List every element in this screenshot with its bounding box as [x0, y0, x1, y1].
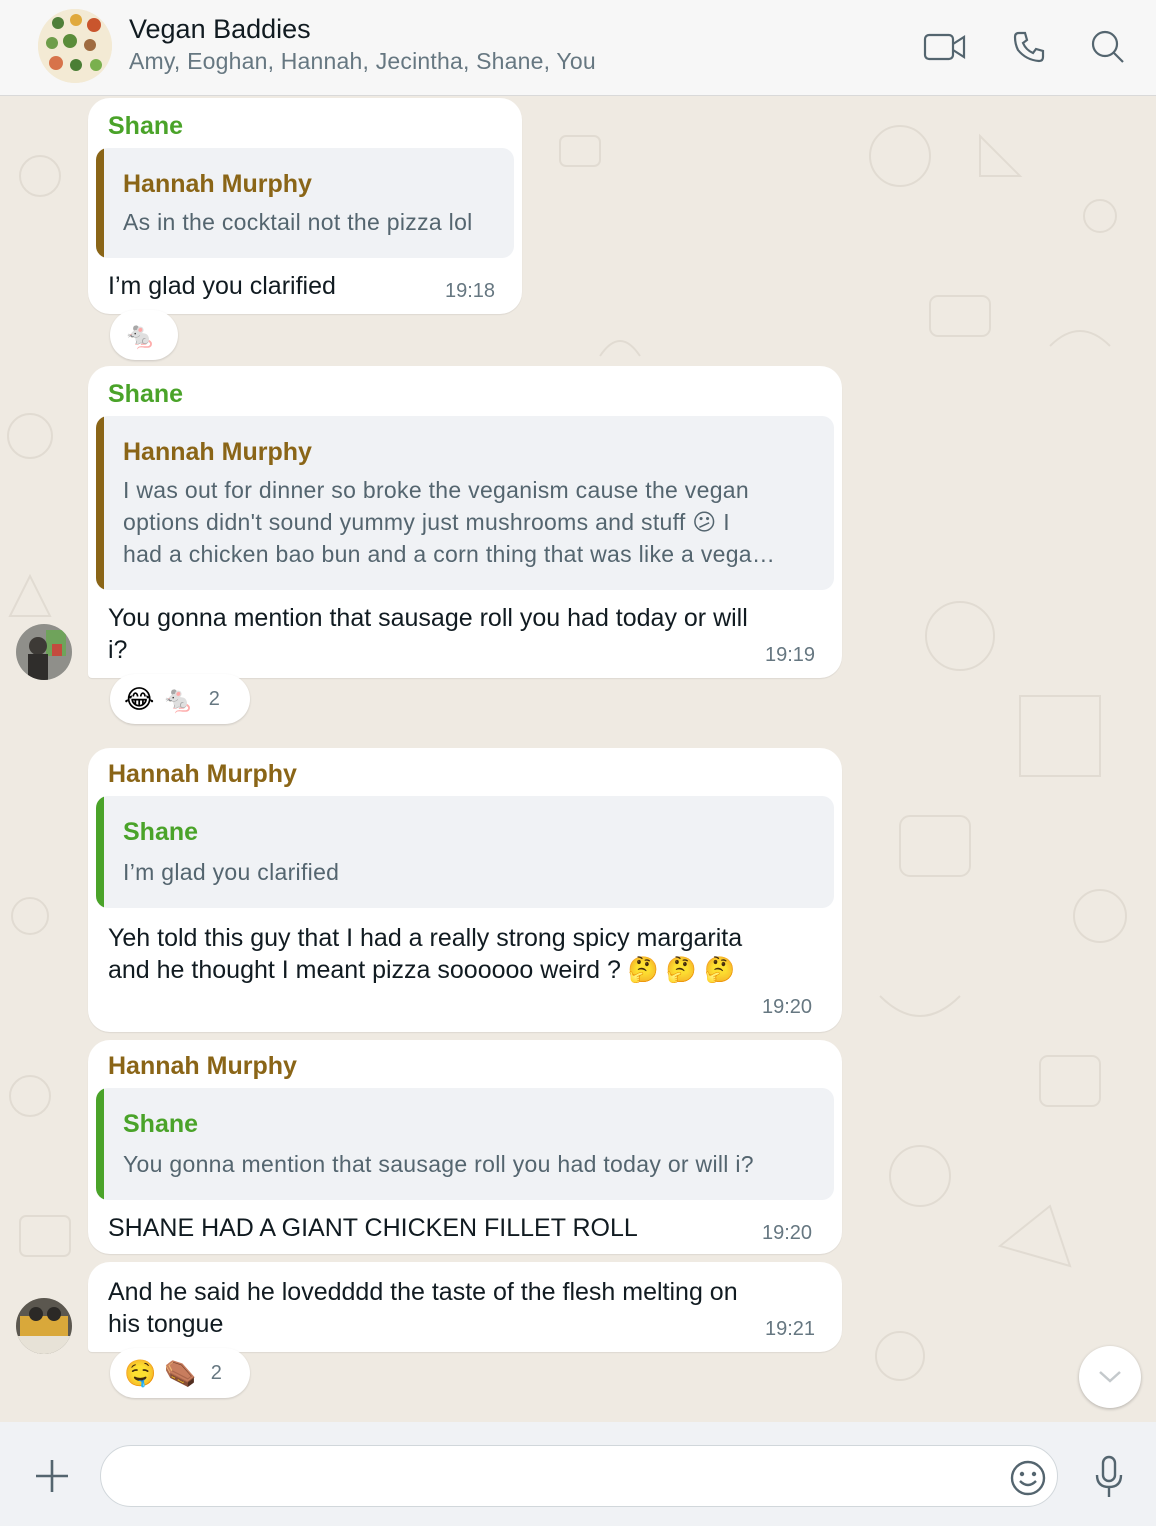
- message-bubble[interactable]: Shane Hannah Murphy As in the cocktail n…: [88, 98, 522, 314]
- quote-bar: [96, 1088, 104, 1200]
- message-time: 19:20: [762, 1222, 813, 1244]
- group-title[interactable]: Vegan Baddies: [129, 14, 311, 45]
- message-time: 19:20: [762, 996, 813, 1018]
- message-text-line: You gonna mention that sausage roll you …: [108, 604, 748, 632]
- message-bubble[interactable]: Hannah Murphy Shane I’m glad you clarifi…: [88, 748, 842, 1032]
- message-bubble[interactable]: Hannah Murphy Shane You gonna mention th…: [88, 1040, 842, 1254]
- quote-sender: Hannah Murphy: [123, 170, 312, 198]
- message-time: 19:19: [765, 644, 816, 666]
- sender-avatar[interactable]: [16, 1298, 72, 1354]
- message-composer: [0, 1422, 1156, 1526]
- reaction-laughing: 😂: [124, 684, 155, 714]
- reaction-coffin: ⚰️: [164, 1358, 197, 1388]
- attach-plus-icon[interactable]: [28, 1452, 76, 1500]
- quote-text-line: I was out for dinner so broke the vegani…: [123, 477, 749, 503]
- voice-call-icon[interactable]: [1006, 24, 1052, 70]
- message-text-line: i?: [108, 636, 128, 664]
- quote-text: I’m glad you clarified: [123, 859, 340, 885]
- chevron-down-icon: [1099, 1371, 1121, 1383]
- message-input[interactable]: [125, 1456, 1009, 1498]
- quote-text-line: options didn't sound yummy just mushroom…: [123, 509, 730, 535]
- message-text: I’m glad you clarified: [108, 272, 336, 300]
- reactions-pill[interactable]: 🤤 ⚰️ 2: [110, 1348, 250, 1398]
- sender-name[interactable]: Hannah Murphy: [108, 760, 297, 789]
- message-time: 19:21: [765, 1318, 816, 1340]
- group-members[interactable]: Amy, Eoghan, Hannah, Jecintha, Shane, Yo…: [129, 48, 596, 75]
- message-text-line: and he thought I meant pizza soooooo wei…: [108, 956, 736, 984]
- sender-avatar[interactable]: [16, 624, 72, 680]
- message-text-line: Yeh told this guy that I had a really st…: [108, 924, 743, 952]
- group-avatar[interactable]: [38, 9, 112, 83]
- quote-bar: [96, 416, 104, 590]
- quote-bar: [96, 796, 104, 908]
- quote-text-line: had a chicken bao bun and a corn thing t…: [123, 541, 776, 567]
- message-text-line: And he said he lovedddd the taste of the…: [108, 1278, 738, 1306]
- search-icon[interactable]: [1085, 24, 1131, 70]
- message-text: SHANE HAD A GIANT CHICKEN FILLET ROLL: [108, 1214, 638, 1242]
- video-call-icon[interactable]: [922, 24, 968, 70]
- message-list[interactable]: Shane Hannah Murphy As in the cocktail n…: [0, 96, 1156, 1422]
- message-bubble[interactable]: And he said he lovedddd the taste of the…: [88, 1262, 842, 1352]
- quote-bar: [96, 148, 104, 258]
- message-time: 19:18: [445, 280, 496, 302]
- reaction-mouse: 🐁: [162, 684, 195, 714]
- quote-text: As in the cocktail not the pizza lol: [123, 209, 473, 235]
- scroll-to-bottom-button[interactable]: [1079, 1346, 1141, 1408]
- chat-header: Vegan Baddies Amy, Eoghan, Hannah, Jecin…: [0, 0, 1156, 96]
- sender-name[interactable]: Shane: [108, 112, 183, 141]
- quote-sender: Hannah Murphy: [123, 438, 312, 466]
- quoted-message[interactable]: Hannah Murphy As in the cocktail not the…: [96, 148, 514, 258]
- reaction-mouse: 🐁: [124, 320, 157, 350]
- message-input-wrapper[interactable]: [100, 1445, 1058, 1507]
- reactions-pill[interactable]: 🐁: [110, 310, 178, 360]
- microphone-icon[interactable]: [1086, 1452, 1132, 1502]
- reaction-count: 2: [208, 687, 220, 710]
- reactions-pill[interactable]: 😂 🐁 2: [110, 674, 250, 724]
- quoted-message[interactable]: Shane I’m glad you clarified: [96, 796, 834, 908]
- quoted-message[interactable]: Hannah Murphy I was out for dinner so br…: [96, 416, 834, 590]
- reaction-drooling: 🤤: [124, 1358, 157, 1388]
- message-bubble[interactable]: Shane Hannah Murphy I was out for dinner…: [88, 366, 842, 678]
- quote-text: You gonna mention that sausage roll you …: [123, 1151, 754, 1177]
- quote-sender: Shane: [123, 1110, 199, 1138]
- emoji-icon[interactable]: [1006, 1456, 1050, 1500]
- quote-sender: Shane: [123, 818, 199, 846]
- sender-name[interactable]: Shane: [108, 380, 183, 409]
- reaction-count: 2: [210, 1361, 222, 1384]
- quoted-message[interactable]: Shane You gonna mention that sausage rol…: [96, 1088, 834, 1200]
- message-text-line: his tongue: [108, 1310, 224, 1338]
- sender-name[interactable]: Hannah Murphy: [108, 1052, 297, 1081]
